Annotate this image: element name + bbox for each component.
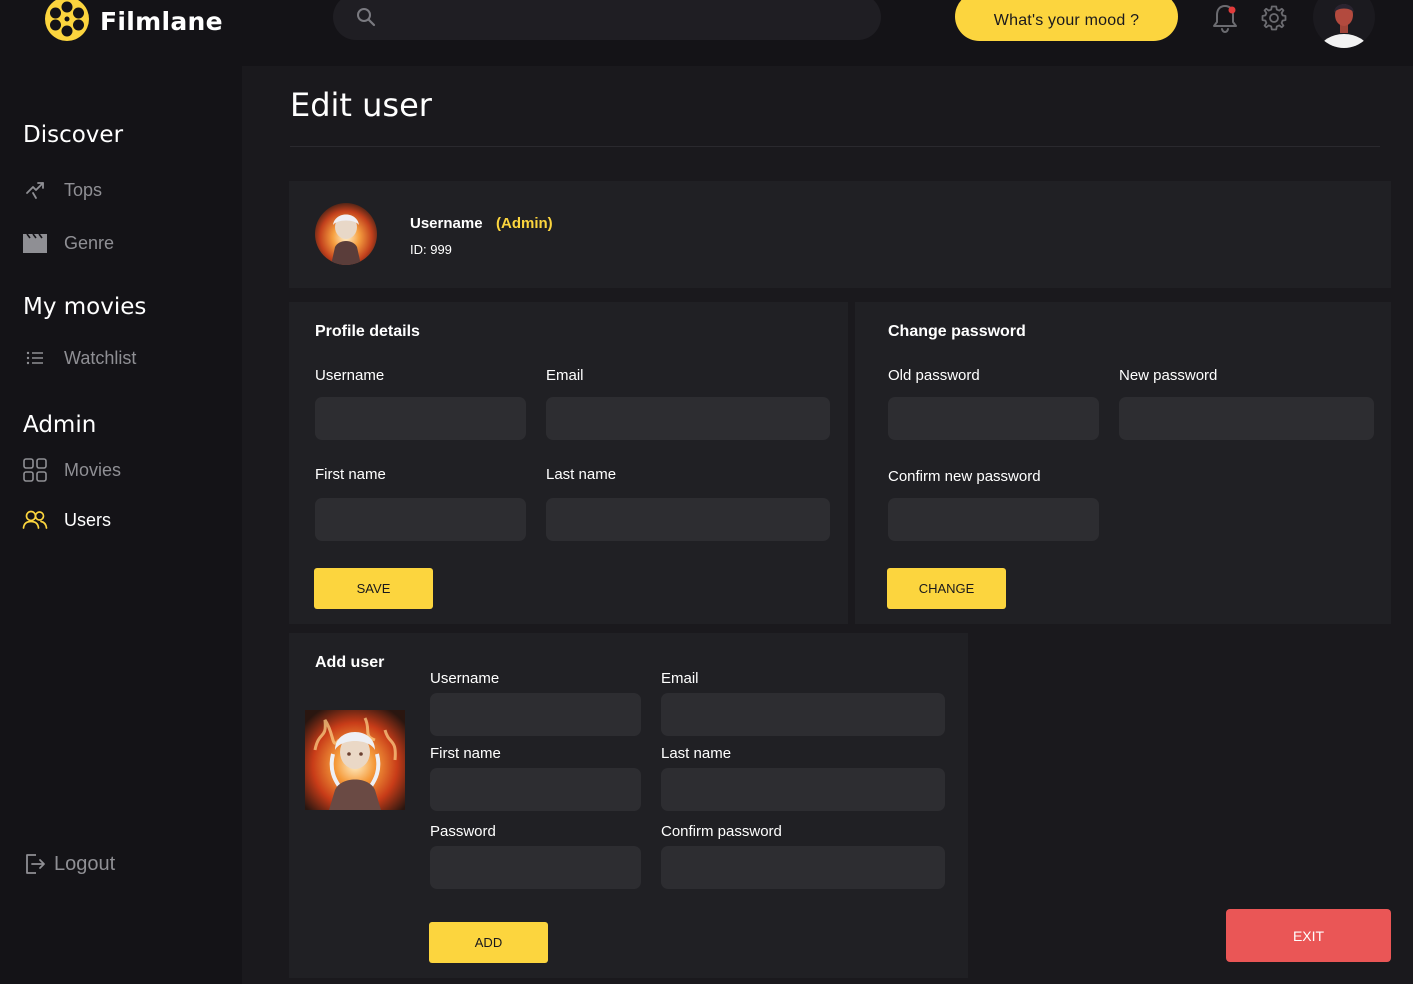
search-icon <box>357 8 376 27</box>
divider <box>290 146 1380 147</box>
field-label: First name <box>430 745 501 762</box>
sidebar-item-label: Users <box>64 509 112 530</box>
new-last-name-input[interactable] <box>661 768 945 811</box>
sidebar-item-label: Watchlist <box>64 347 137 368</box>
save-button[interactable]: SAVE <box>314 568 433 609</box>
sidebar: Discover Tops Genre My movies Watchlist … <box>0 66 242 984</box>
change-password-button[interactable]: CHANGE <box>887 568 1006 609</box>
field-label: Confirm password <box>661 823 782 840</box>
section-title: Add user <box>315 654 385 671</box>
grid-icon <box>22 457 48 483</box>
field-label: Last name <box>661 745 732 762</box>
new-first-name-input[interactable] <box>430 768 641 811</box>
field-label: Password <box>430 823 496 840</box>
profile-details-panel: Profile details Username Email First nam… <box>289 302 848 624</box>
user-role-badge: (Admin) <box>496 215 553 232</box>
sidebar-item-label: Genre <box>64 232 115 253</box>
field-label: Old password <box>888 367 980 384</box>
old-password-input[interactable] <box>888 397 1099 440</box>
new-confirm-password-input[interactable] <box>661 846 945 889</box>
profile-avatar[interactable] <box>1313 0 1375 48</box>
sidebar-heading-admin: Admin <box>23 412 97 438</box>
sidebar-item-users[interactable]: Users <box>22 505 111 535</box>
new-password-input[interactable] <box>430 846 641 889</box>
logout-button[interactable]: Logout <box>22 849 115 879</box>
sidebar-item-genre[interactable]: Genre <box>22 228 114 258</box>
email-input[interactable] <box>546 397 830 440</box>
user-avatar[interactable] <box>315 203 377 265</box>
sidebar-heading-my-movies: My movies <box>23 294 147 320</box>
sidebar-item-label: Movies <box>64 459 122 480</box>
sidebar-item-movies[interactable]: Movies <box>22 455 121 485</box>
field-label: Username <box>430 670 500 687</box>
user-id: ID: 999 <box>410 242 452 257</box>
gear-icon[interactable] <box>1260 4 1288 32</box>
logout-label: Logout <box>54 852 116 875</box>
field-label: Username <box>315 367 385 384</box>
confirm-password-input[interactable] <box>888 498 1099 541</box>
field-label: Confirm new password <box>888 468 1041 485</box>
exit-button[interactable]: EXIT <box>1226 909 1391 962</box>
list-icon <box>22 345 48 371</box>
last-name-input[interactable] <box>546 498 830 541</box>
search-bar[interactable] <box>333 0 881 40</box>
change-password-panel: Change password Old password New passwor… <box>855 302 1391 624</box>
sidebar-item-label: Tops <box>64 179 103 200</box>
user-name: Username <box>410 215 483 232</box>
first-name-input[interactable] <box>315 498 526 541</box>
section-title: Profile details <box>315 323 420 340</box>
field-label: New password <box>1119 367 1218 384</box>
logout-icon <box>22 851 48 877</box>
logo[interactable]: Filmlane <box>44 0 223 42</box>
trending-icon <box>22 177 48 203</box>
section-title: Change password <box>888 323 1026 340</box>
user-card: Username (Admin) ID: 999 <box>289 181 1391 288</box>
mood-button[interactable]: What's your mood ? <box>955 0 1178 41</box>
field-label: Email <box>661 670 699 687</box>
field-label: First name <box>315 466 386 483</box>
notification-dot <box>1228 6 1236 14</box>
sidebar-item-tops[interactable]: Tops <box>22 175 102 205</box>
add-user-panel: Add user Username Email First name Last … <box>289 633 968 978</box>
film-reel-icon <box>45 0 89 41</box>
new-password-input[interactable] <box>1119 397 1374 440</box>
users-icon <box>22 507 48 533</box>
sidebar-item-watchlist[interactable]: Watchlist <box>22 343 136 373</box>
sidebar-heading-discover: Discover <box>23 122 124 148</box>
username-input[interactable] <box>315 397 526 440</box>
field-label: Email <box>546 367 584 384</box>
clapperboard-icon <box>22 230 48 256</box>
add-user-button[interactable]: ADD <box>429 922 548 963</box>
app-name: Filmlane <box>100 6 223 36</box>
new-username-input[interactable] <box>430 693 641 736</box>
user-photo[interactable] <box>305 710 405 810</box>
page-title: Edit user <box>290 86 432 124</box>
bell-icon[interactable] <box>1211 2 1239 34</box>
field-label: Last name <box>546 466 617 483</box>
top-bar: Filmlane What's your mood ? <box>0 0 1413 66</box>
new-email-input[interactable] <box>661 693 945 736</box>
